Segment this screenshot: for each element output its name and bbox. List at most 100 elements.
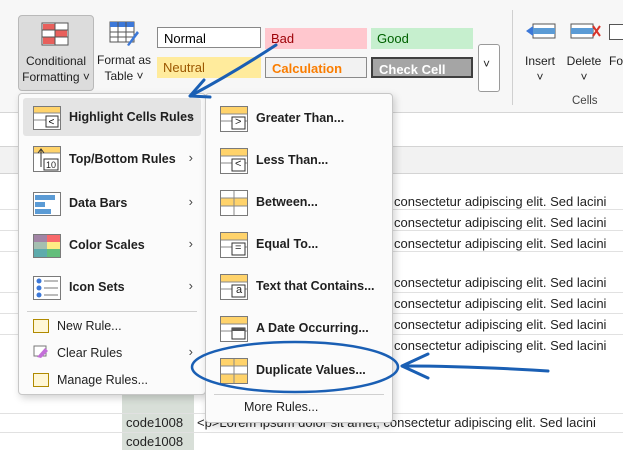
submenu-item-label: Equal To... [256,237,319,251]
insert-chevron: ˅ [536,70,544,84]
submenu-item-date-occurring[interactable]: A Date Occurring... [210,308,388,348]
submenu-item-label: More Rules... [244,400,319,414]
submenu-divider [214,394,384,395]
cell-text-row[interactable]: consectetur adipiscing elit. Sed lacini [394,317,606,332]
chevron-right-icon: › [188,150,193,165]
conditional-formatting-label-2: Formatting ˅ [22,70,90,84]
highlight-cells-icon: < [33,106,61,130]
duplicate-values-icon [220,358,248,384]
style-good[interactable]: Good [371,28,473,49]
menu-item-new-rule[interactable]: New Rule... [23,315,201,339]
svg-text:<: < [49,117,55,128]
highlight-cells-rules-submenu: > Greater Than... < Less Than... Between… [205,93,393,423]
less-than-icon: < [220,148,248,174]
menu-item-label: New Rule... [57,319,122,333]
insert-cells-icon [525,22,557,42]
chevron-right-icon: › [188,236,193,251]
text-contains-icon: a [220,274,248,300]
submenu-item-between[interactable]: Between... [210,182,388,222]
between-icon [220,190,248,216]
menu-item-label: Data Bars [69,196,128,210]
format-as-table-label: Format as [96,53,151,67]
cell-text-row[interactable]: consectetur adipiscing elit. Sed lacini [394,194,606,209]
conditional-formatting-button[interactable]: Conditional Formatting ˅ [18,15,94,91]
style-check-cell[interactable]: Check Cell [371,57,473,78]
conditional-formatting-menu: < Highlight Cells Rules › 10 Top/Bottom … [18,93,206,395]
cell-text-row[interactable]: consectetur adipiscing elit. Sed lacini [394,338,606,353]
submenu-item-less-than[interactable]: < Less Than... [210,140,388,180]
top-bottom-icon: 10 [33,146,61,172]
style-calculation[interactable]: Calculation [265,57,367,78]
manage-rules-icon [33,373,49,387]
menu-divider [27,311,197,312]
symbol-glyph: = [235,242,242,254]
format-button[interactable]: Fo [607,18,623,88]
menu-item-label: Clear Rules [57,346,123,360]
submenu-item-label: Greater Than... [256,111,345,125]
delete-button[interactable]: Delete ˅ [562,18,606,88]
menu-item-label: Highlight Cells Rules [69,110,195,124]
badge-10: 10 [46,160,57,170]
clear-rules-icon [33,345,49,359]
submenu-item-text-contains[interactable]: a Text that Contains... [210,266,388,306]
menu-item-manage-rules[interactable]: Manage Rules... [23,369,201,393]
cell-text-row[interactable]: consectetur adipiscing elit. Sed lacini [394,236,606,251]
submenu-item-duplicate-values[interactable]: Duplicate Values... [210,350,388,390]
menu-item-label: Manage Rules... [57,373,149,387]
menu-item-top-bottom-rules[interactable]: 10 Top/Bottom Rules › [23,140,201,178]
code-cell[interactable]: code1008 [126,434,183,449]
style-neutral[interactable]: Neutral [157,57,261,78]
color-scales-icon [33,234,61,258]
delete-cells-icon [569,22,601,42]
submenu-item-greater-than[interactable]: > Greater Than... [210,98,388,138]
group-separator [512,10,513,105]
delete-label: Delete [566,54,602,68]
menu-item-label: Icon Sets [69,280,125,294]
conditional-formatting-icon [41,22,69,46]
menu-item-label: Color Scales [69,238,145,252]
equal-to-icon: = [220,232,248,258]
menu-item-clear-rules[interactable]: Clear Rules › [23,342,201,366]
menu-item-data-bars[interactable]: Data Bars › [23,184,201,222]
submenu-item-label: Between... [256,195,318,209]
greater-than-icon: > [220,106,248,132]
cells-group-label: Cells [572,95,598,107]
insert-label: Insert [524,54,555,68]
format-as-table-icon [109,21,139,47]
menu-item-highlight-cells-rules[interactable]: < Highlight Cells Rules › [23,98,201,136]
format-as-table-button[interactable]: Format as Table ˅ [94,15,154,89]
submenu-item-equal-to[interactable]: = Equal To... [210,224,388,264]
submenu-item-label: A Date Occurring... [256,321,369,335]
menu-item-color-scales[interactable]: Color Scales › [23,226,201,264]
insert-button[interactable]: Insert ˅ [518,18,562,88]
date-occurring-icon [220,316,248,342]
chevron-right-icon: › [188,108,193,123]
cell-text-row[interactable]: consectetur adipiscing elit. Sed lacini [394,215,606,230]
symbol-glyph: a [236,284,243,296]
chevron-right-icon: › [188,194,193,209]
format-label: Fo [609,54,623,68]
menu-item-icon-sets[interactable]: Icon Sets › [23,268,201,306]
chevron-right-icon: › [188,278,193,293]
conditional-formatting-label: Conditional [25,54,87,68]
code-cell[interactable]: code1008 [126,415,183,430]
menu-item-label: Top/Bottom Rules [69,152,176,166]
style-bad[interactable]: Bad [265,28,367,49]
delete-chevron: ˅ [580,70,588,84]
cell-text-row[interactable]: consectetur adipiscing elit. Sed lacini [394,275,606,290]
chevron-right-icon: › [188,344,193,359]
cell-text-row[interactable]: consectetur adipiscing elit. Sed lacini [394,296,606,311]
submenu-item-label: Less Than... [256,153,329,167]
grid-line [0,432,623,433]
data-bars-icon [33,192,61,216]
style-normal[interactable]: Normal [157,27,261,48]
icon-sets-icon [33,276,61,300]
new-rule-icon [33,319,49,333]
styles-gallery-more-button[interactable]: ˅ [478,44,500,92]
format-as-table-label-2: Table ˅ [104,69,144,83]
submenu-item-label: Text that Contains... [256,279,375,293]
gallery-expand-icon: ˅ [483,57,491,71]
submenu-item-more-rules[interactable]: More Rules... [210,396,388,418]
symbol-glyph: < [235,158,242,170]
format-cells-icon [609,24,623,40]
